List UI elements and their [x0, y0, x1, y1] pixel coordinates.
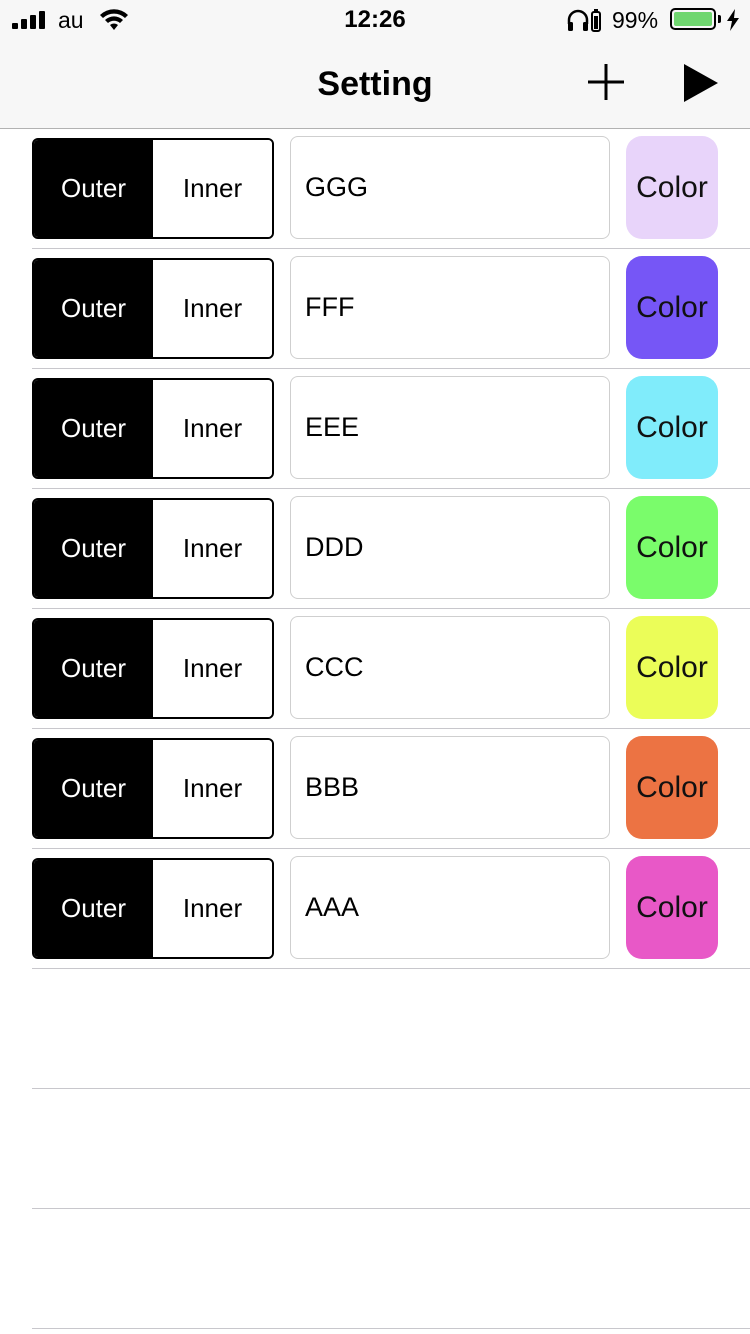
outer-inner-segmented-control[interactable]: Outer Inner [32, 498, 274, 599]
outer-inner-segmented-control[interactable]: Outer Inner [32, 858, 274, 959]
page-title: Setting [317, 65, 433, 103]
row-divider [32, 1328, 750, 1329]
battery-icon [670, 8, 716, 30]
list-item: Outer Inner Color [0, 129, 750, 249]
color-button[interactable]: Color [626, 136, 718, 239]
name-field[interactable] [290, 496, 610, 599]
list-item: Outer Inner Color [0, 609, 750, 729]
name-field[interactable] [290, 376, 610, 479]
color-button[interactable]: Color [626, 616, 718, 719]
inner-segment[interactable]: Inner [153, 860, 272, 957]
color-button[interactable]: Color [626, 256, 718, 359]
headphones-icon [567, 9, 601, 32]
list-item: Outer Inner Color [0, 489, 750, 609]
empty-list-row [0, 969, 750, 1089]
outer-inner-segmented-control[interactable]: Outer Inner [32, 258, 274, 359]
settings-list: Outer Inner Color Outer Inner Color Oute… [0, 129, 750, 1334]
play-icon[interactable] [680, 62, 720, 104]
name-field[interactable] [290, 616, 610, 719]
outer-segment[interactable]: Outer [34, 860, 153, 957]
name-field[interactable] [290, 856, 610, 959]
battery-cap [718, 15, 721, 23]
color-button[interactable]: Color [626, 856, 718, 959]
outer-inner-segmented-control[interactable]: Outer Inner [32, 378, 274, 479]
empty-list-row [0, 1209, 750, 1329]
inner-segment[interactable]: Inner [153, 260, 272, 357]
outer-inner-segmented-control[interactable]: Outer Inner [32, 738, 274, 839]
navigation-bar: Setting [0, 40, 750, 129]
color-button[interactable]: Color [626, 496, 718, 599]
name-field[interactable] [290, 256, 610, 359]
list-item: Outer Inner Color [0, 369, 750, 489]
battery-fill [674, 12, 712, 26]
color-button[interactable]: Color [626, 376, 718, 479]
charging-bolt-icon [727, 9, 739, 31]
outer-segment[interactable]: Outer [34, 500, 153, 597]
inner-segment[interactable]: Inner [153, 620, 272, 717]
outer-segment[interactable]: Outer [34, 140, 153, 237]
name-field[interactable] [290, 136, 610, 239]
empty-list-row [0, 1089, 750, 1209]
outer-segment[interactable]: Outer [34, 740, 153, 837]
name-field[interactable] [290, 736, 610, 839]
inner-segment[interactable]: Inner [153, 380, 272, 477]
outer-segment[interactable]: Outer [34, 380, 153, 477]
list-item: Outer Inner Color [0, 849, 750, 969]
plus-icon[interactable] [584, 60, 628, 104]
list-item: Outer Inner Color [0, 249, 750, 369]
battery-percent: 99% [612, 7, 659, 33]
outer-inner-segmented-control[interactable]: Outer Inner [32, 618, 274, 719]
inner-segment[interactable]: Inner [153, 140, 272, 237]
inner-segment[interactable]: Inner [153, 500, 272, 597]
status-bar: au 12:26 99% [0, 0, 750, 40]
outer-inner-segmented-control[interactable]: Outer Inner [32, 138, 274, 239]
inner-segment[interactable]: Inner [153, 740, 272, 837]
list-item: Outer Inner Color [0, 729, 750, 849]
color-button[interactable]: Color [626, 736, 718, 839]
outer-segment[interactable]: Outer [34, 260, 153, 357]
outer-segment[interactable]: Outer [34, 620, 153, 717]
